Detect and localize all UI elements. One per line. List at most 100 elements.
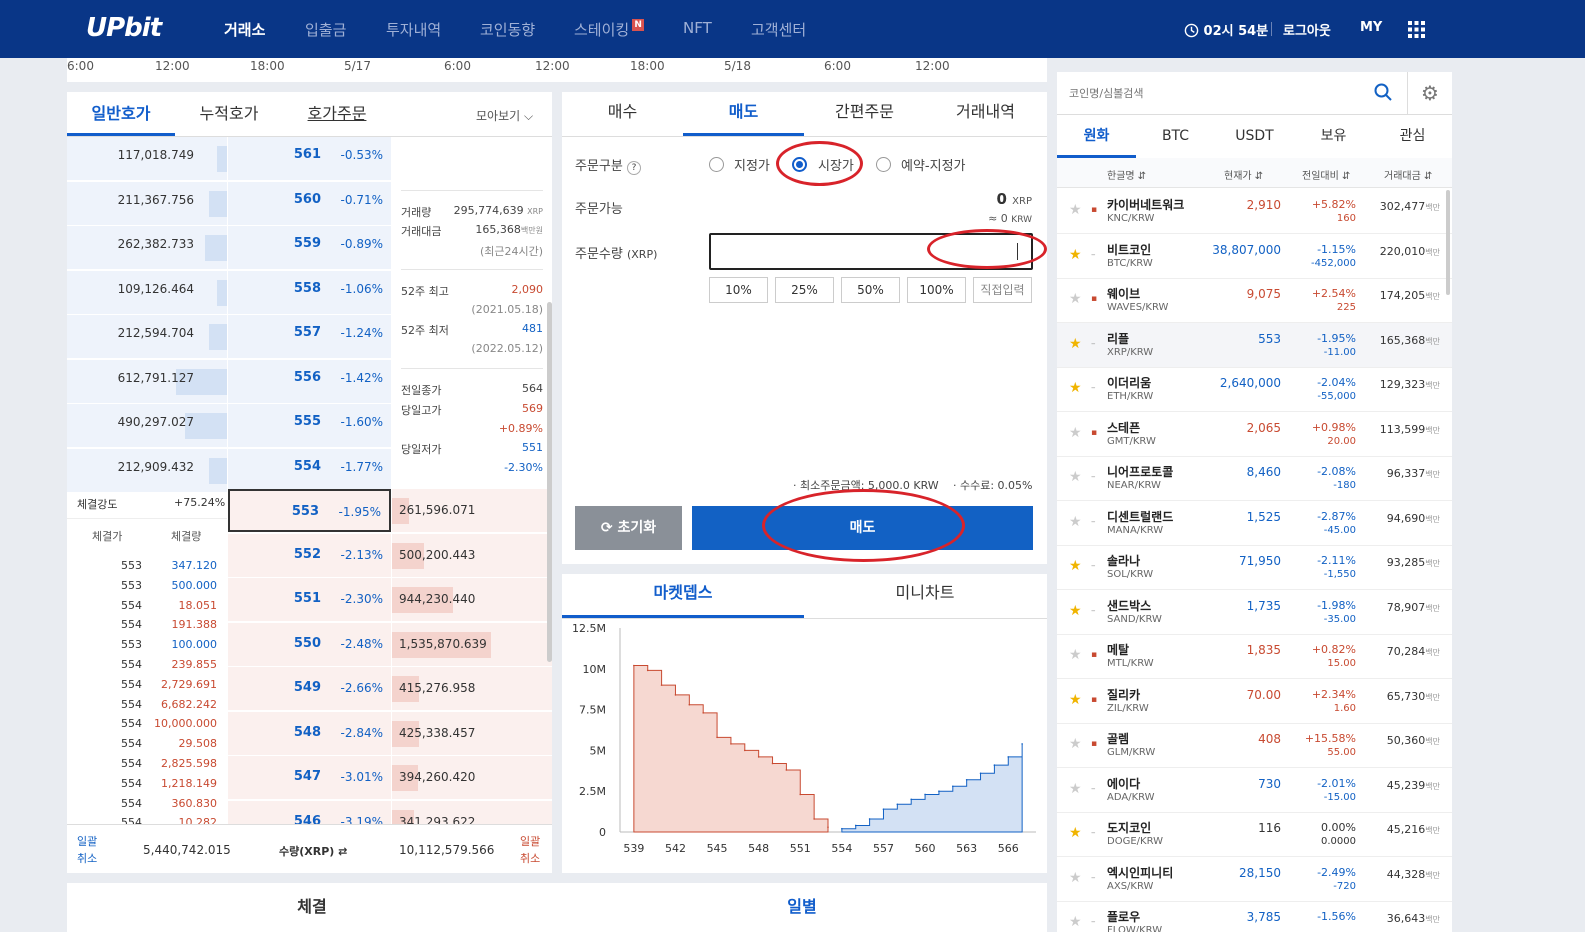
star-icon[interactable]: ★ — [1069, 914, 1082, 930]
search-icon[interactable] — [1374, 83, 1392, 104]
market-row[interactable]: ★ – 니어프로토콜 NEAR/KRW 8,460 -2.08% -180 96,337백만 — [1057, 456, 1452, 501]
bid-price: 549 — [293, 680, 321, 695]
star-icon[interactable]: ★ — [1069, 870, 1082, 886]
settings-button[interactable]: ⚙ — [1407, 72, 1452, 115]
star-icon[interactable]: ★ — [1069, 514, 1082, 530]
coin-volume: 165,368백만 — [1380, 334, 1440, 347]
coin-name: 니어프로토콜 — [1107, 465, 1174, 479]
reset-button[interactable]: ⟳ 초기화 — [575, 506, 682, 550]
market-row[interactable]: ★ – 도지코인 DOGE/KRW 116 0.00% 0.0000 45,216백만 — [1057, 812, 1452, 857]
nav-deposit[interactable]: 입출금 — [305, 19, 346, 40]
col-volume-sort[interactable]: 거래대금 ⇵ — [1384, 167, 1432, 182]
star-icon[interactable]: ★ — [1069, 469, 1082, 485]
market-row[interactable]: ★ ▪ 골렘 GLM/KRW 408 +15.58% 55.00 50,360백만 — [1057, 723, 1452, 768]
star-icon[interactable]: ★ — [1069, 291, 1082, 307]
star-icon[interactable]: ★ — [1069, 647, 1082, 663]
upbit-logo[interactable]: UPbit — [86, 13, 162, 43]
bid-row[interactable]: 551 -2.30% 944,230.440 — [228, 578, 552, 622]
tab-simple-order[interactable]: 간편주문 — [804, 92, 925, 136]
coin-price: 2,910 — [1246, 198, 1281, 212]
tab-cumulative-orderbook[interactable]: 누적호가 — [175, 92, 283, 136]
star-icon[interactable]: ★ — [1069, 736, 1082, 752]
star-icon[interactable]: ★ — [1069, 336, 1082, 352]
market-row[interactable]: ★ – 리플 XRP/KRW 553 -1.95% -11.00 165,368백만 — [1057, 322, 1452, 368]
coin-change-pct: +5.82% — [1311, 198, 1356, 211]
tab-favorites[interactable]: 관심 — [1373, 116, 1452, 158]
star-icon[interactable]: ★ — [1069, 202, 1082, 218]
my-link[interactable]: MY — [1360, 20, 1382, 35]
market-row[interactable]: ★ ▪ 메탈 MTL/KRW 1,835 +0.82% 15.00 70,284백만 — [1057, 634, 1452, 679]
group-view-select[interactable]: 모아보기 ⌵ — [476, 107, 533, 124]
help-icon[interactable]: ? — [626, 161, 641, 175]
tab-sell[interactable]: 매도 — [683, 92, 804, 136]
star-icon[interactable]: ★ — [1069, 425, 1082, 441]
market-scrollbar[interactable] — [1446, 190, 1450, 295]
col-change-sort[interactable]: 전일대비 ⇵ — [1302, 167, 1350, 182]
market-row[interactable]: ★ – 샌드박스 SAND/KRW 1,735 -1.98% -35.00 78,907백만 — [1057, 590, 1452, 635]
coin-search-input[interactable] — [1057, 72, 1407, 115]
tab-usdt[interactable]: USDT — [1215, 116, 1294, 158]
cancel-all-bids[interactable]: 일괄 취소 — [520, 833, 540, 867]
pct-10-button[interactable]: 10% — [709, 277, 768, 303]
bid-row[interactable]: 550 -2.48% 1,535,870.639 — [228, 622, 552, 667]
star-icon[interactable]: ★ — [1069, 692, 1082, 708]
tab-general-orderbook[interactable]: 일반호가 — [67, 92, 175, 136]
bid-row[interactable]: 547 -3.01% 394,260.420 — [228, 756, 552, 800]
tab-trade-history[interactable]: 거래내역 — [925, 92, 1046, 136]
coin-change-pct: -1.95% — [1317, 331, 1356, 345]
pct-50-button[interactable]: 50% — [841, 277, 900, 303]
pct-25-button[interactable]: 25% — [775, 277, 834, 303]
star-icon[interactable]: ★ — [1069, 558, 1082, 574]
nav-coin-trends[interactable]: 코인동향 — [480, 19, 535, 40]
star-icon[interactable]: ★ — [1069, 603, 1082, 619]
tab-mini-chart[interactable]: 미니차트 — [804, 574, 1046, 618]
nav-exchange[interactable]: 거래소 — [224, 19, 265, 40]
clock-icon — [1184, 23, 1199, 38]
market-row[interactable]: ★ – 비트코인 BTC/KRW 38,807,000 -1.15% -452,000 220… — [1057, 234, 1452, 279]
tab-btc[interactable]: BTC — [1136, 116, 1215, 158]
tab-daily[interactable]: 일별 — [557, 893, 1047, 917]
tab-buy[interactable]: 매수 — [562, 92, 683, 136]
star-icon[interactable]: ★ — [1069, 247, 1082, 263]
direct-input-button[interactable]: 직접입력 — [973, 277, 1032, 303]
market-row[interactable]: ★ – 솔라나 SOL/KRW 71,950 -2.11% -1,550 93,285백만 — [1057, 545, 1452, 590]
tab-orderbook-order[interactable]: 호가주문 — [283, 92, 391, 136]
nav-customer-center[interactable]: 고객센터 — [751, 19, 806, 40]
orderbook-scrollbar[interactable] — [547, 302, 552, 662]
col-name-sort[interactable]: 한글명 ⇵ — [1107, 167, 1146, 182]
tab-krw[interactable]: 원화 — [1057, 116, 1136, 158]
radio-limit[interactable] — [709, 157, 724, 172]
market-row[interactable]: ★ ▪ 스테픈 GMT/KRW 2,065 +0.98% 20.00 113,599백만 — [1057, 412, 1452, 457]
market-row[interactable]: ★ ▪ 웨이브 WAVES/KRW 9,075 +2.54% 225 174,205백만 — [1057, 278, 1452, 323]
nav-staking[interactable]: 스테이킹 N — [574, 19, 645, 40]
qty-toggle[interactable]: 수량(XRP) ⇄ — [279, 843, 347, 859]
tab-holdings[interactable]: 보유 — [1294, 116, 1373, 158]
star-icon[interactable]: ★ — [1069, 825, 1082, 841]
market-row[interactable]: ★ – 에이다 ADA/KRW 730 -2.01% -15.00 45,239백만 — [1057, 768, 1452, 813]
market-row[interactable]: ★ – 플로우 FLOW/KRW 3,785 -1.56% 36,643백만 — [1057, 901, 1452, 932]
nav-nft[interactable]: NFT — [683, 19, 712, 37]
star-icon[interactable]: ★ — [1069, 781, 1082, 797]
radio-stop-limit[interactable] — [876, 157, 891, 172]
pct-100-button[interactable]: 100% — [907, 277, 966, 303]
col-price-sort[interactable]: 현재가 ⇵ — [1224, 167, 1263, 182]
ask-volume-cell: 211,367.756 — [67, 181, 227, 225]
market-row[interactable]: ★ – 엑시인피니티 AXS/KRW 28,150 -2.49% -720 44,328백만 — [1057, 857, 1452, 902]
tab-trades[interactable]: 체결 — [67, 893, 557, 917]
bid-row[interactable]: 549 -2.66% 415,276.958 — [228, 667, 552, 711]
cancel-all-asks[interactable]: 일괄 취소 — [77, 833, 97, 867]
market-row[interactable]: ★ ▪ 질리카 ZIL/KRW 70.00 +2.34% 1.60 65,730백만 — [1057, 679, 1452, 724]
bid-row[interactable]: 553 -1.95% 261,596.071 — [228, 489, 552, 533]
ask-row[interactable]: 117,018.749 561 -0.53% — [67, 137, 552, 181]
tab-market-depth[interactable]: 마켓뎁스 — [562, 574, 804, 618]
bid-row[interactable]: 552 -2.13% 500,200.443 — [228, 533, 552, 578]
logout-link[interactable]: 로그아웃 — [1283, 20, 1331, 39]
apps-grid-icon[interactable] — [1408, 21, 1425, 41]
bid-row[interactable]: 548 -2.84% 425,338.457 — [228, 711, 552, 756]
market-row[interactable]: ★ ▪ 카이버네트워크 KNC/KRW 2,910 +5.82% 160 302,477백만 — [1057, 189, 1452, 234]
nav-investments[interactable]: 투자내역 — [386, 19, 441, 40]
market-row[interactable]: ★ – 이더리움 ETH/KRW 2,640,000 -2.04% -55,000 129,3… — [1057, 367, 1452, 412]
market-row[interactable]: ★ – 디센트럴랜드 MANA/KRW 1,525 -2.87% -45.00 94,690백… — [1057, 501, 1452, 546]
bid-volume: 415,276.958 — [399, 681, 476, 695]
star-icon[interactable]: ★ — [1069, 380, 1082, 396]
